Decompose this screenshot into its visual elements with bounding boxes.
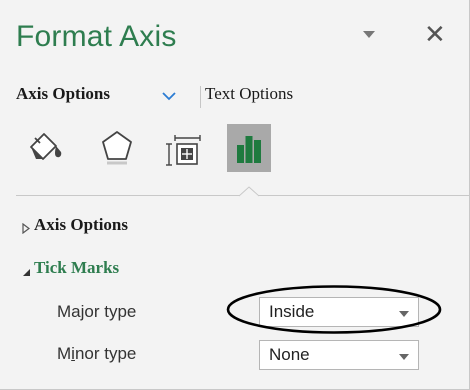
dropdown-arrow-icon: [399, 354, 409, 360]
format-axis-pane: Format Axis ✕ Axis Options Text Options: [0, 0, 470, 390]
major-type-label: Major type: [57, 302, 137, 321]
major-type-value: Inside: [269, 302, 315, 321]
axis-options-icon[interactable]: [227, 124, 271, 172]
size-properties-icon[interactable]: [162, 127, 206, 171]
tab-text-options[interactable]: Text Options: [205, 84, 293, 104]
tab-separator: [200, 86, 201, 108]
effects-icon[interactable]: [95, 127, 139, 171]
close-icon[interactable]: ✕: [424, 19, 446, 49]
minor-type-label-prefix: M: [57, 344, 72, 363]
fill-line-icon[interactable]: [27, 127, 71, 171]
selected-tab-pointer: [239, 186, 259, 197]
section-tick-marks[interactable]: Tick Marks: [23, 258, 120, 278]
major-type-select[interactable]: Inside: [259, 297, 419, 327]
tab-axis-options[interactable]: Axis Options: [16, 84, 110, 104]
section-axis-options[interactable]: Axis Options: [22, 215, 128, 235]
section-tick-marks-label: Tick Marks: [34, 258, 120, 277]
chevron-down-icon[interactable]: [162, 88, 176, 106]
section-axis-options-label: Axis Options: [34, 215, 128, 234]
expand-arrow-icon: [22, 219, 30, 239]
collapse-arrow-icon: [22, 262, 31, 282]
pane-options-dropdown-icon[interactable]: [363, 31, 375, 38]
minor-type-label-suffix: nor type: [74, 344, 137, 363]
minor-type-value: None: [269, 345, 310, 364]
minor-type-label: Minor type: [57, 344, 136, 364]
minor-type-select[interactable]: None: [259, 340, 419, 370]
dropdown-arrow-icon: [399, 311, 409, 317]
pane-title: Format Axis: [16, 20, 177, 53]
